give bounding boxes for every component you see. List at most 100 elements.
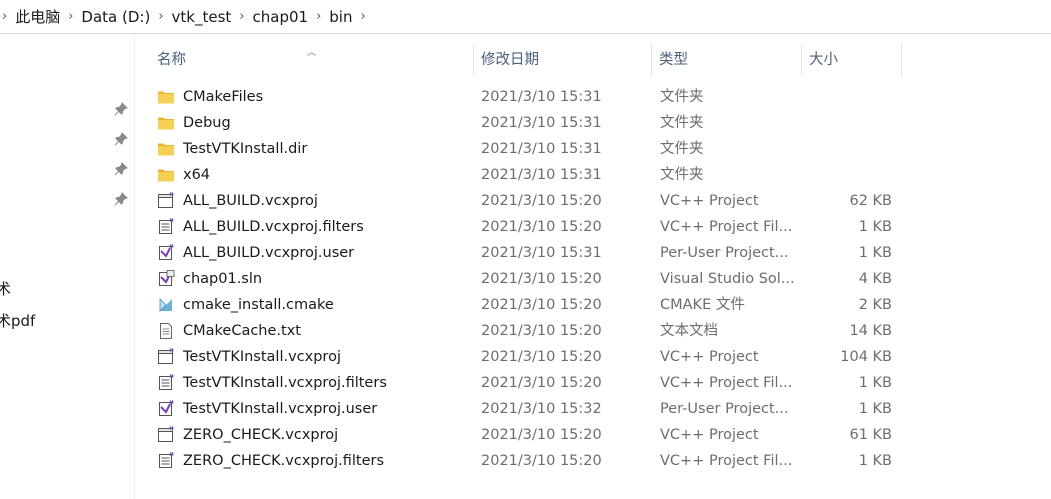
file-size: 62 KB xyxy=(849,193,892,209)
file-name-cell[interactable]: ALL_BUILD.vcxproj.filters xyxy=(157,214,364,240)
file-type: VC++ Project xyxy=(660,349,759,365)
file-name-cell[interactable]: CMakeCache.txt xyxy=(157,318,301,344)
file-type: VC++ Project Fil... xyxy=(660,375,793,391)
file-date: 2021/3/10 15:20 xyxy=(481,349,602,365)
file-row[interactable]: ALL_BUILD.vcxproj 2021/3/10 15:20 VC++ Pro… xyxy=(135,188,901,214)
file-name: CMakeCache.txt xyxy=(183,323,301,339)
file-name: ZERO_CHECK.vcxproj xyxy=(183,427,339,443)
column-header-date[interactable]: 修改日期 xyxy=(473,43,651,77)
file-name: ALL_BUILD.vcxproj xyxy=(183,193,318,209)
folder-icon xyxy=(157,140,175,158)
file-name: Debug xyxy=(183,115,231,131)
file-name: TestVTKInstall.dir xyxy=(183,141,308,157)
file-name-cell[interactable]: cmake_install.cmake xyxy=(157,292,334,318)
file-name-cell[interactable]: x64 xyxy=(157,162,210,188)
chevron-right-icon[interactable]: › xyxy=(156,9,165,24)
file-name: x64 xyxy=(183,167,211,183)
file-row[interactable]: cmake_install.cmake 2021/3/10 15:20 CMAKE … xyxy=(135,292,901,318)
file-name-cell[interactable]: ZERO_CHECK.vcxproj xyxy=(157,422,338,448)
file-name: CMakeFiles xyxy=(183,89,264,105)
chevron-right-icon[interactable]: › xyxy=(358,9,367,24)
file-size: 104 KB xyxy=(840,349,892,365)
file-size: 14 KB xyxy=(849,323,892,339)
file-row[interactable]: x64 2021/3/10 15:31 文件夹 xyxy=(135,162,901,188)
vcxproj-filters-icon xyxy=(157,218,175,236)
file-type: VC++ Project xyxy=(660,193,759,209)
column-header-name[interactable]: 名称 xyxy=(149,43,473,77)
file-name-cell[interactable]: CMakeFiles xyxy=(157,84,263,110)
file-date: 2021/3/10 15:31 xyxy=(481,167,602,183)
file-size: 4 KB xyxy=(858,271,892,287)
folder-icon xyxy=(157,166,175,184)
pin-icon[interactable] xyxy=(114,132,128,146)
column-header-type[interactable]: 类型 xyxy=(651,43,801,77)
file-name-cell[interactable]: Debug xyxy=(157,110,231,136)
chevron-right-icon[interactable]: › xyxy=(66,9,75,24)
file-date: 2021/3/10 15:31 xyxy=(481,89,602,105)
file-row[interactable]: ZERO_CHECK.vcxproj.filters 2021/3/10 15:2… xyxy=(135,448,901,474)
file-name: chap01.sln xyxy=(183,271,263,287)
file-size: 2 KB xyxy=(858,297,892,313)
vcxproj-icon xyxy=(157,192,175,210)
address-bar[interactable]: › 此电脑 › Data (D:) › vtk_test › chap01 › … xyxy=(0,0,1051,33)
breadcrumb-chap01[interactable]: chap01 xyxy=(247,8,315,26)
file-type: 文件夹 xyxy=(660,115,704,131)
file-row[interactable]: CMakeFiles 2021/3/10 15:31 文件夹 xyxy=(135,84,901,110)
column-divider[interactable] xyxy=(901,43,902,77)
file-name-cell[interactable]: ZERO_CHECK.vcxproj.filters xyxy=(157,448,384,474)
file-date: 2021/3/10 15:20 xyxy=(481,427,602,443)
chevron-right-icon[interactable]: › xyxy=(0,9,9,24)
breadcrumb-vtk-test[interactable]: vtk_test xyxy=(166,8,238,26)
file-name-cell[interactable]: chap01.sln xyxy=(157,266,262,292)
breadcrumb: › 此电脑 › Data (D:) › vtk_test › chap01 › … xyxy=(0,6,368,27)
file-date: 2021/3/10 15:20 xyxy=(481,271,602,287)
file-row[interactable]: TestVTKInstall.vcxproj.user 2021/3/10 15:… xyxy=(135,396,901,422)
pin-icon[interactable] xyxy=(114,102,128,116)
file-row[interactable]: TestVTKInstall.vcxproj 2021/3/10 15:20 VC+… xyxy=(135,344,901,370)
chevron-right-icon[interactable]: › xyxy=(237,9,246,24)
file-size: 1 KB xyxy=(858,453,892,469)
vcxproj-icon xyxy=(157,348,175,366)
file-row[interactable]: Debug 2021/3/10 15:31 文件夹 xyxy=(135,110,901,136)
file-name-cell[interactable]: TestVTKInstall.vcxproj xyxy=(157,344,341,370)
breadcrumb-bin[interactable]: bin xyxy=(323,8,358,26)
file-name: TestVTKInstall.vcxproj.filters xyxy=(183,375,387,391)
file-name: ALL_BUILD.vcxproj.user xyxy=(183,245,355,261)
file-row[interactable]: CMakeCache.txt 2021/3/10 15:20 文本文档 14 KB xyxy=(135,318,901,344)
file-date: 2021/3/10 15:20 xyxy=(481,453,602,469)
file-row[interactable]: chap01.sln 2021/3/10 15:20 Visual Studio S… xyxy=(135,266,901,292)
file-list: ︿ 名称 修改日期 类型 大小 CMakeFiles 2021/3/10 15:3… xyxy=(135,34,1051,499)
file-size: 1 KB xyxy=(858,219,892,235)
column-header-size[interactable]: 大小 xyxy=(801,43,901,77)
file-name-cell[interactable]: ALL_BUILD.vcxproj xyxy=(157,188,318,214)
file-row[interactable]: ZERO_CHECK.vcxproj 2021/3/10 15:20 VC++ Pr… xyxy=(135,422,901,448)
file-name-cell[interactable]: TestVTKInstall.vcxproj.user xyxy=(157,396,377,422)
breadcrumb-data-drive[interactable]: Data (D:) xyxy=(75,8,156,26)
file-type: VC++ Project Fil... xyxy=(660,219,793,235)
pin-icon[interactable] xyxy=(114,162,128,176)
file-name: TestVTKInstall.vcxproj.user xyxy=(183,401,378,417)
folder-icon xyxy=(157,88,175,106)
cmake-icon xyxy=(157,296,175,314)
file-name: TestVTKInstall.vcxproj xyxy=(183,349,341,365)
file-name: ALL_BUILD.vcxproj.filters xyxy=(183,219,364,235)
file-date: 2021/3/10 15:20 xyxy=(481,375,602,391)
chevron-right-icon[interactable]: › xyxy=(314,9,323,24)
file-row[interactable]: ALL_BUILD.vcxproj.user 2021/3/10 15:31 Per… xyxy=(135,240,901,266)
vcxproj-icon xyxy=(157,426,175,444)
file-date: 2021/3/10 15:20 xyxy=(481,219,602,235)
file-row[interactable]: TestVTKInstall.dir 2021/3/10 15:31 文件夹 xyxy=(135,136,901,162)
nav-item[interactable]: 术pdf xyxy=(0,310,35,331)
file-size: 61 KB xyxy=(849,427,892,443)
file-row[interactable]: TestVTKInstall.vcxproj.filters 2021/3/10 … xyxy=(135,370,901,396)
file-row[interactable]: ALL_BUILD.vcxproj.filters 2021/3/10 15:20… xyxy=(135,214,901,240)
nav-item[interactable]: 术 xyxy=(0,278,11,299)
pin-icon[interactable] xyxy=(114,192,128,206)
file-date: 2021/3/10 15:31 xyxy=(481,245,602,261)
file-name-cell[interactable]: TestVTKInstall.dir xyxy=(157,136,307,162)
file-name-cell[interactable]: TestVTKInstall.vcxproj.filters xyxy=(157,370,387,396)
file-name-cell[interactable]: ALL_BUILD.vcxproj.user xyxy=(157,240,354,266)
column-header: ︿ 名称 修改日期 类型 大小 xyxy=(135,43,902,77)
vcxproj-filters-icon xyxy=(157,374,175,392)
breadcrumb-this-pc[interactable]: 此电脑 xyxy=(9,6,66,27)
